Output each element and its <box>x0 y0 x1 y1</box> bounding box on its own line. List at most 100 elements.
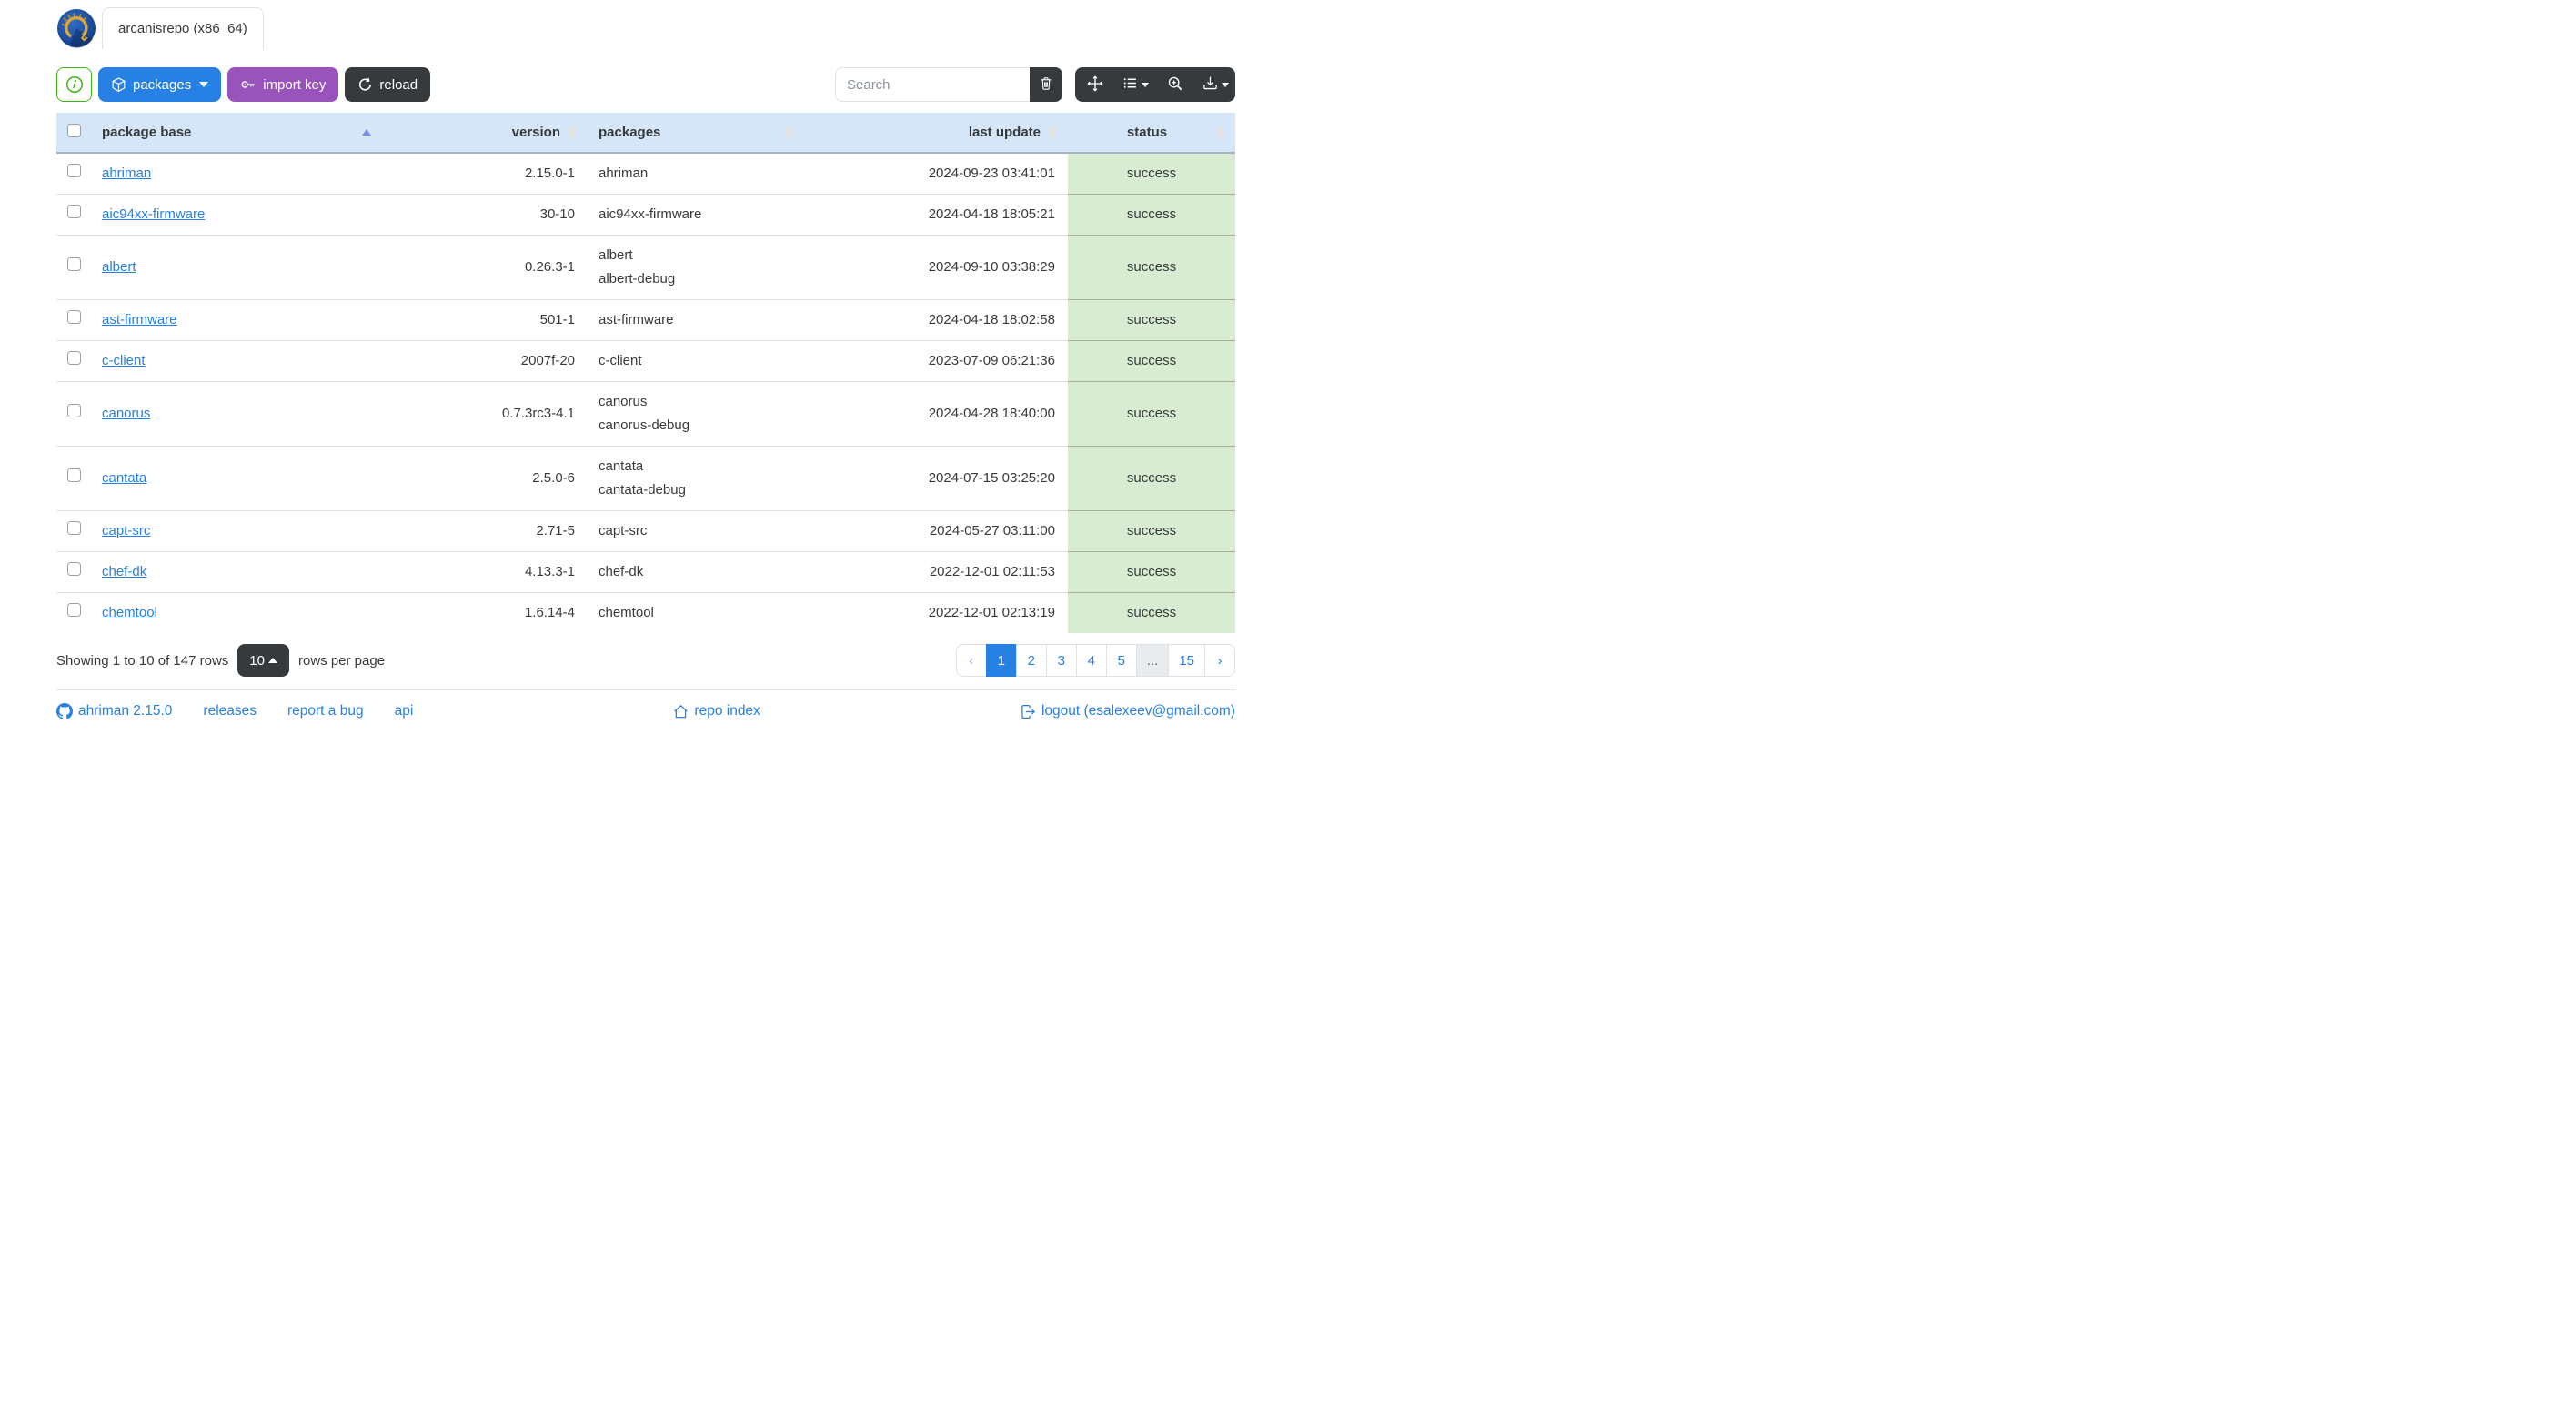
version-link-label: ahriman 2.15.0 <box>78 703 173 719</box>
column-header-version[interactable]: version <box>382 113 588 154</box>
api-link[interactable]: api <box>395 703 414 719</box>
report-bug-link[interactable]: report a bug <box>287 703 364 719</box>
package-name: canorus <box>599 394 648 409</box>
version-cell: 501-1 <box>382 299 588 341</box>
tab-repository[interactable]: arcanisrepo (x86_64) <box>102 7 264 49</box>
package-base-link[interactable]: c-client <box>102 353 146 368</box>
column-header-package-base[interactable]: package base <box>91 113 382 154</box>
package-base-cell: ast-firmware <box>91 299 382 341</box>
sort-asc-icon <box>362 129 371 136</box>
column-header-status[interactable]: status <box>1068 113 1235 154</box>
row-checkbox[interactable] <box>66 603 81 617</box>
version-cell: 0.7.3rc3-4.1 <box>382 381 588 447</box>
table-actions-group <box>1075 67 1235 102</box>
reload-button[interactable]: reload <box>345 67 431 102</box>
package-name: aic94xx-firmware <box>599 206 702 222</box>
packages-button[interactable]: packages <box>98 67 222 102</box>
toolbar-row: packages import key reload <box>56 67 1235 102</box>
packages-cell: chemtool <box>588 592 804 633</box>
footer: ahriman 2.15.0 releases report a bug api… <box>56 703 1235 719</box>
package-base-link[interactable]: ast-firmware <box>102 312 177 327</box>
export-dropdown-button[interactable] <box>1195 67 1235 102</box>
column-header-packages[interactable]: packages <box>588 113 804 154</box>
package-base-cell: aic94xx-firmware <box>91 194 382 236</box>
search-group <box>835 67 1062 102</box>
table-row: albert 0.26.3-1 albert albert-debug 2024-… <box>56 235 1235 300</box>
sort-idle-icon <box>1048 126 1057 139</box>
sort-idle-icon <box>568 126 577 139</box>
row-checkbox[interactable] <box>66 562 81 576</box>
package-base-link[interactable]: capt-src <box>102 523 150 538</box>
package-name: canorus-debug <box>599 417 690 433</box>
package-base-link[interactable]: cantata <box>102 470 146 486</box>
row-checkbox[interactable] <box>66 468 81 482</box>
row-checkbox-cell <box>56 235 91 300</box>
package-base-link[interactable]: chemtool <box>102 605 157 620</box>
package-name: cantata <box>599 458 644 474</box>
row-checkbox[interactable] <box>66 404 81 417</box>
repo-index-link[interactable]: repo index <box>673 703 760 719</box>
info-circle-icon <box>65 75 84 94</box>
row-checkbox[interactable] <box>66 310 81 324</box>
package-base-cell: canorus <box>91 381 382 447</box>
chevron-down-icon <box>1141 82 1149 87</box>
last-update-cell: 2024-07-15 03:25:20 <box>804 446 1068 511</box>
arrows-move-icon <box>1087 75 1103 95</box>
pagination-next[interactable]: › <box>1204 644 1235 677</box>
row-checkbox-cell <box>56 340 91 382</box>
table-row: ast-firmware 501-1 ast-firmware 2024-04-… <box>56 299 1235 341</box>
pagination-page-2[interactable]: 2 <box>1015 644 1047 677</box>
row-checkbox[interactable] <box>66 164 81 177</box>
version-cell: 2007f-20 <box>382 340 588 382</box>
fullscreen-button[interactable] <box>1075 67 1115 102</box>
zoom-in-icon <box>1167 75 1183 95</box>
pagination-ellipsis[interactable]: ... <box>1135 644 1170 677</box>
package-base-link[interactable]: aic94xx-firmware <box>102 206 205 222</box>
column-header-last-update[interactable]: last update <box>804 113 1068 154</box>
pagination-page-1[interactable]: 1 <box>985 644 1017 677</box>
row-checkbox[interactable] <box>66 351 81 365</box>
row-checkbox[interactable] <box>66 257 81 271</box>
pagination-page-4[interactable]: 4 <box>1075 644 1107 677</box>
package-base-link[interactable]: ahriman <box>102 166 151 181</box>
pagination-page-15[interactable]: 15 <box>1168 644 1205 677</box>
import-key-button[interactable]: import key <box>227 67 339 102</box>
columns-dropdown-button[interactable] <box>1115 67 1155 102</box>
releases-link[interactable]: releases <box>203 703 257 719</box>
house-icon <box>673 704 689 719</box>
packages-cell: c-client <box>588 340 804 382</box>
row-checkbox-cell <box>56 299 91 341</box>
pagination-page-5[interactable]: 5 <box>1105 644 1137 677</box>
app-logo-icon[interactable] <box>56 8 96 48</box>
page-size-dropdown[interactable]: 10 <box>237 644 289 677</box>
search-input[interactable] <box>835 67 1030 102</box>
package-base-link[interactable]: canorus <box>102 406 150 421</box>
zoom-button[interactable] <box>1155 67 1195 102</box>
logout-link[interactable]: logout (esalexeev@gmail.com) <box>1021 703 1235 719</box>
package-base-cell: c-client <box>91 340 382 382</box>
info-button[interactable] <box>56 67 92 102</box>
version-cell: 2.5.0-6 <box>382 446 588 511</box>
select-all-checkbox[interactable] <box>66 124 81 137</box>
packages-cell: cantata cantata-debug <box>588 446 804 511</box>
version-link[interactable]: ahriman 2.15.0 <box>56 703 172 719</box>
row-checkbox[interactable] <box>66 521 81 535</box>
clear-search-button[interactable] <box>1030 67 1062 102</box>
pagination-page-3[interactable]: 3 <box>1045 644 1077 677</box>
status-badge: success <box>1068 299 1235 341</box>
package-base-cell: cantata <box>91 446 382 511</box>
packages-cell: aic94xx-firmware <box>588 194 804 236</box>
table-row: chemtool 1.6.14-4 chemtool 2022-12-01 02… <box>56 592 1235 633</box>
package-base-link[interactable]: chef-dk <box>102 564 146 579</box>
column-label-last-update: last update <box>968 125 1041 140</box>
version-cell: 30-10 <box>382 194 588 236</box>
row-checkbox-cell <box>56 510 91 552</box>
row-checkbox[interactable] <box>66 205 81 218</box>
github-icon <box>56 703 73 719</box>
row-checkbox-cell <box>56 592 91 633</box>
package-base-cell: chemtool <box>91 592 382 633</box>
releases-link-label: releases <box>203 703 257 719</box>
pagination-prev[interactable]: ‹ <box>955 644 987 677</box>
package-base-link[interactable]: albert <box>102 259 136 275</box>
toolbar-right <box>835 67 1235 102</box>
